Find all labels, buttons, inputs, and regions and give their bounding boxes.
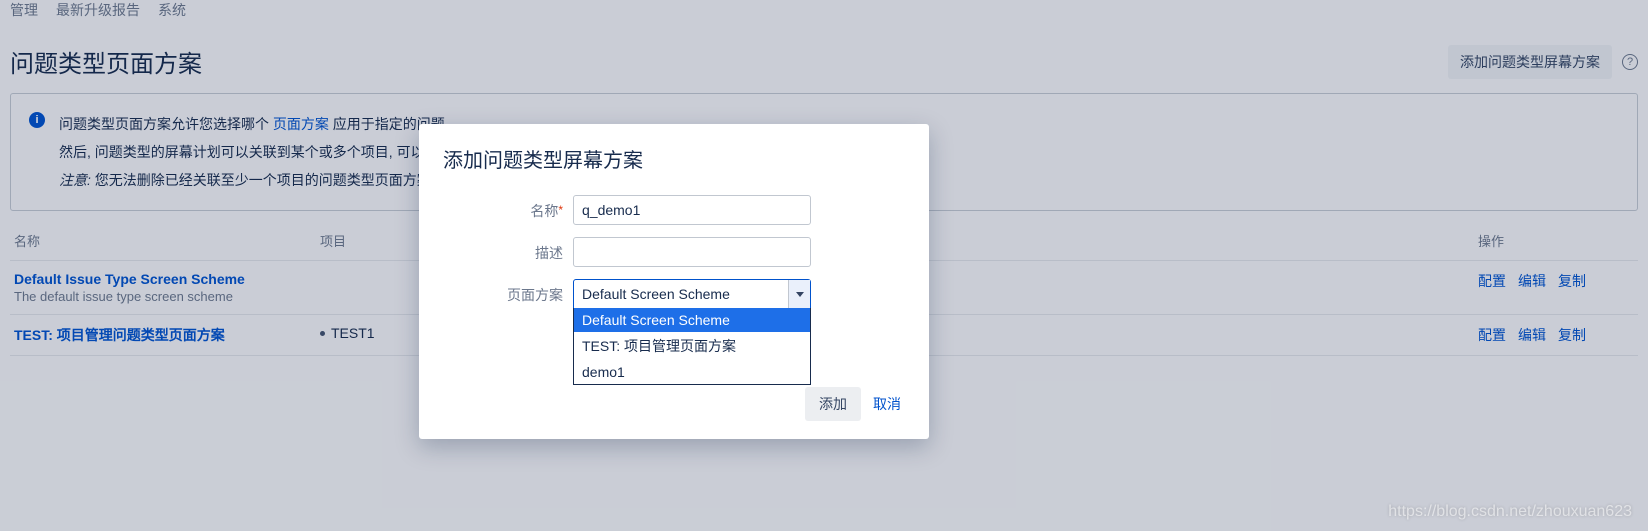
chevron-down-icon: [788, 280, 810, 308]
dropdown-option[interactable]: TEST: 项目管理页面方案: [574, 332, 810, 360]
modal-title: 添加问题类型屏幕方案: [419, 124, 929, 187]
label-scheme: 页面方案: [443, 279, 573, 305]
dropdown-option[interactable]: demo1: [574, 360, 810, 384]
scheme-selected-value: Default Screen Scheme: [582, 286, 730, 302]
scheme-dropdown: Default Screen Scheme TEST: 项目管理页面方案 dem…: [573, 308, 811, 385]
desc-input[interactable]: [573, 237, 811, 267]
submit-button[interactable]: 添加: [805, 387, 861, 421]
dropdown-option[interactable]: Default Screen Scheme: [574, 308, 810, 332]
label-name: 名称*: [443, 195, 573, 221]
name-input[interactable]: [573, 195, 811, 225]
label-desc: 描述: [443, 237, 573, 263]
cancel-button[interactable]: 取消: [869, 387, 905, 421]
watermark: https://blog.csdn.net/zhouxuan623: [1388, 503, 1632, 521]
add-scheme-modal: 添加问题类型屏幕方案 名称* 描述 页面方案 Default Screen Sc…: [419, 124, 929, 439]
scheme-select[interactable]: Default Screen Scheme: [573, 279, 811, 309]
